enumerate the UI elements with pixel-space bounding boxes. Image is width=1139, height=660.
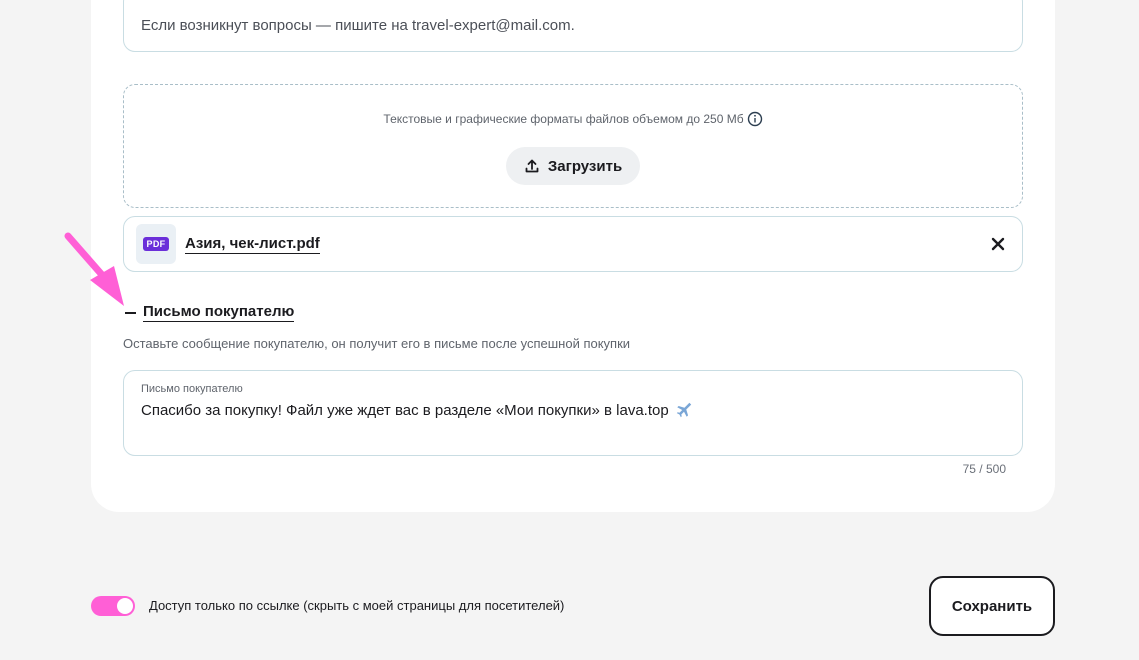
letter-section-description: Оставьте сообщение покупателю, он получи… — [123, 336, 631, 351]
buyer-letter-text: Спасибо за покупку! Файл уже ждет вас в … — [141, 401, 669, 419]
upload-button[interactable]: Загрузить — [506, 147, 640, 185]
info-icon[interactable] — [747, 111, 763, 127]
pdf-file-icon: PDF — [136, 224, 176, 264]
close-icon[interactable] — [990, 236, 1006, 252]
product-edit-page: Если возникнут вопросы — пишите на trave… — [0, 0, 1139, 660]
upload-icon — [525, 159, 539, 173]
file-drop-zone[interactable]: Текстовые и графические форматы файлов о… — [123, 84, 1023, 208]
character-counter: 75 / 500 — [962, 462, 1006, 476]
airplane-emoji-icon — [676, 402, 691, 418]
upload-button-label: Загрузить — [547, 157, 623, 175]
link-only-access-label: Доступ только по ссылке (скрыть с моей с… — [149, 598, 565, 613]
file-name-link[interactable]: Азия, чек-лист.pdf — [185, 235, 320, 254]
contact-info-text: Если возникнут вопросы — пишите на trave… — [141, 17, 575, 34]
upload-hint-text: Текстовые и графические форматы файлов о… — [383, 112, 744, 126]
pointer-arrow-annotation — [64, 232, 124, 306]
letter-section-toggle[interactable]: Письмо покупателю — [125, 303, 295, 322]
uploaded-file-row: PDF Азия, чек-лист.pdf — [123, 216, 1023, 272]
minus-icon — [125, 311, 136, 314]
upload-hint: Текстовые и графические форматы файлов о… — [124, 111, 1022, 127]
save-button[interactable]: Сохранить — [929, 576, 1055, 636]
toggle-knob — [117, 598, 133, 614]
letter-section-title: Письмо покупателю — [143, 303, 295, 322]
buyer-letter-textarea[interactable]: Письмо покупателю Спасибо за покупку! Фа… — [123, 370, 1023, 456]
buyer-letter-label: Письмо покупателю — [141, 383, 243, 395]
pdf-badge: PDF — [142, 237, 170, 251]
contact-info-field[interactable]: Если возникнут вопросы — пишите на trave… — [123, 0, 1023, 52]
buyer-letter-value[interactable]: Спасибо за покупку! Файл уже ждет вас в … — [141, 401, 693, 419]
link-only-access-toggle[interactable] — [91, 596, 135, 616]
